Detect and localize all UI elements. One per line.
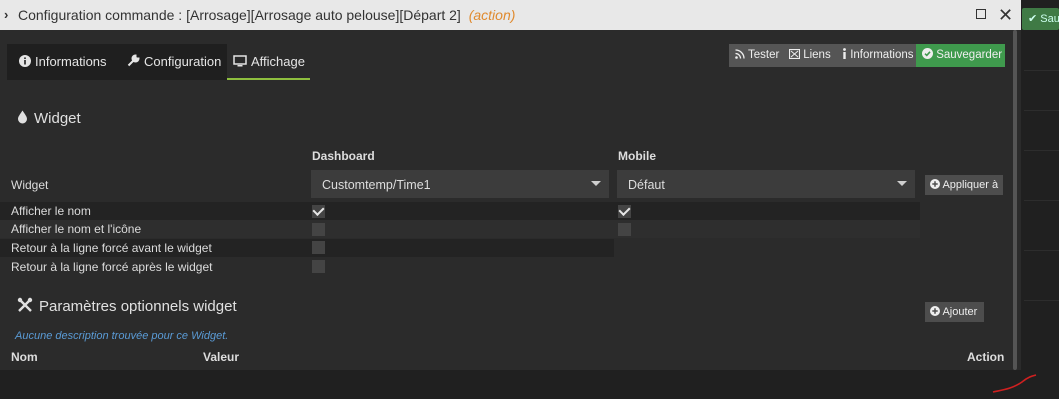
- monitor-icon: [233, 55, 247, 67]
- background-save-button: ✔ Sau: [1022, 8, 1059, 30]
- background-page: ✔ Sau: [1020, 0, 1059, 399]
- maximize-icon[interactable]: [976, 9, 986, 19]
- network-icon: [788, 48, 801, 60]
- mobile-widget-select[interactable]: Défaut: [617, 170, 915, 198]
- row-afficher-nom: [0, 202, 920, 220]
- close-icon[interactable]: ✕: [998, 0, 1013, 30]
- scrollbar[interactable]: [1013, 30, 1017, 370]
- afficher-nom-icone-dashboard-checkbox[interactable]: [312, 223, 325, 236]
- chevron-right-icon: ›: [4, 7, 9, 22]
- tab-informations[interactable]: Informations: [7, 44, 119, 80]
- dialog-bottom-edge: [0, 370, 1021, 399]
- dialog-titlebar[interactable]: › Configuration commande : [Arrosage][Ar…: [0, 0, 1021, 30]
- column-header-nom: Nom: [11, 350, 38, 364]
- caret-down-icon: [591, 181, 601, 186]
- mobile-column-header: Mobile: [618, 149, 656, 163]
- params-section-title: Paramètres optionnels widget: [17, 297, 237, 315]
- plus-circle-icon: [930, 306, 940, 316]
- tester-button[interactable]: Tester: [729, 44, 783, 67]
- informations-button[interactable]: Informations: [836, 44, 916, 67]
- widget-section-title: Widget: [17, 110, 81, 127]
- afficher-nom-dashboard-checkbox[interactable]: [312, 205, 325, 218]
- check-circle-icon: [922, 48, 933, 59]
- ajouter-button[interactable]: Ajouter: [925, 302, 984, 322]
- retour-apres-checkbox[interactable]: [312, 260, 325, 273]
- config-dialog: › Configuration commande : [Arrosage][Ar…: [0, 0, 1021, 399]
- info-icon: [843, 48, 846, 59]
- afficher-nom-label: Afficher le nom: [11, 204, 91, 218]
- afficher-nom-mobile-checkbox[interactable]: [618, 205, 631, 218]
- column-header-action: Action: [967, 350, 1005, 364]
- tab-configuration[interactable]: Configuration: [119, 44, 227, 80]
- plus-circle-icon: [930, 179, 940, 189]
- afficher-nom-icone-label: Afficher le nom et l'icône: [11, 222, 142, 236]
- rss-icon: [735, 49, 745, 59]
- liens-button[interactable]: Liens: [783, 44, 836, 67]
- appliquer-button[interactable]: Appliquer à: [925, 175, 1003, 195]
- info-circle-icon: [19, 55, 31, 67]
- retour-apres-label: Retour à la ligne forcé après le widget: [11, 260, 213, 274]
- retour-avant-checkbox[interactable]: [312, 241, 325, 254]
- tab-bar: Informations Configuration Affichage: [7, 44, 310, 82]
- annotation-mark: [992, 374, 1037, 393]
- command-type-label: (action): [468, 7, 516, 23]
- dashboard-column-header: Dashboard: [312, 149, 375, 163]
- tab-affichage[interactable]: Affichage: [227, 44, 310, 80]
- dialog-title: Configuration commande : [Arrosage][Arro…: [18, 7, 516, 23]
- droplet-icon: [18, 110, 27, 124]
- dashboard-widget-select[interactable]: Customtemp/Time1: [311, 170, 609, 198]
- caret-down-icon: [897, 181, 907, 186]
- tools-icon: [17, 297, 33, 312]
- dialog-content: Informations Configuration Affichage Tes…: [0, 30, 1017, 399]
- sauvegarder-button[interactable]: Sauvegarder: [916, 44, 1005, 67]
- widget-label: Widget: [11, 178, 49, 192]
- column-header-valeur: Valeur: [203, 350, 240, 364]
- afficher-nom-icone-mobile-checkbox[interactable]: [618, 223, 631, 236]
- retour-avant-label: Retour à la ligne forcé avant le widget: [11, 241, 212, 255]
- wrench-icon: [127, 54, 140, 67]
- no-description-note: Aucune description trouvée pour ce Widge…: [15, 330, 229, 342]
